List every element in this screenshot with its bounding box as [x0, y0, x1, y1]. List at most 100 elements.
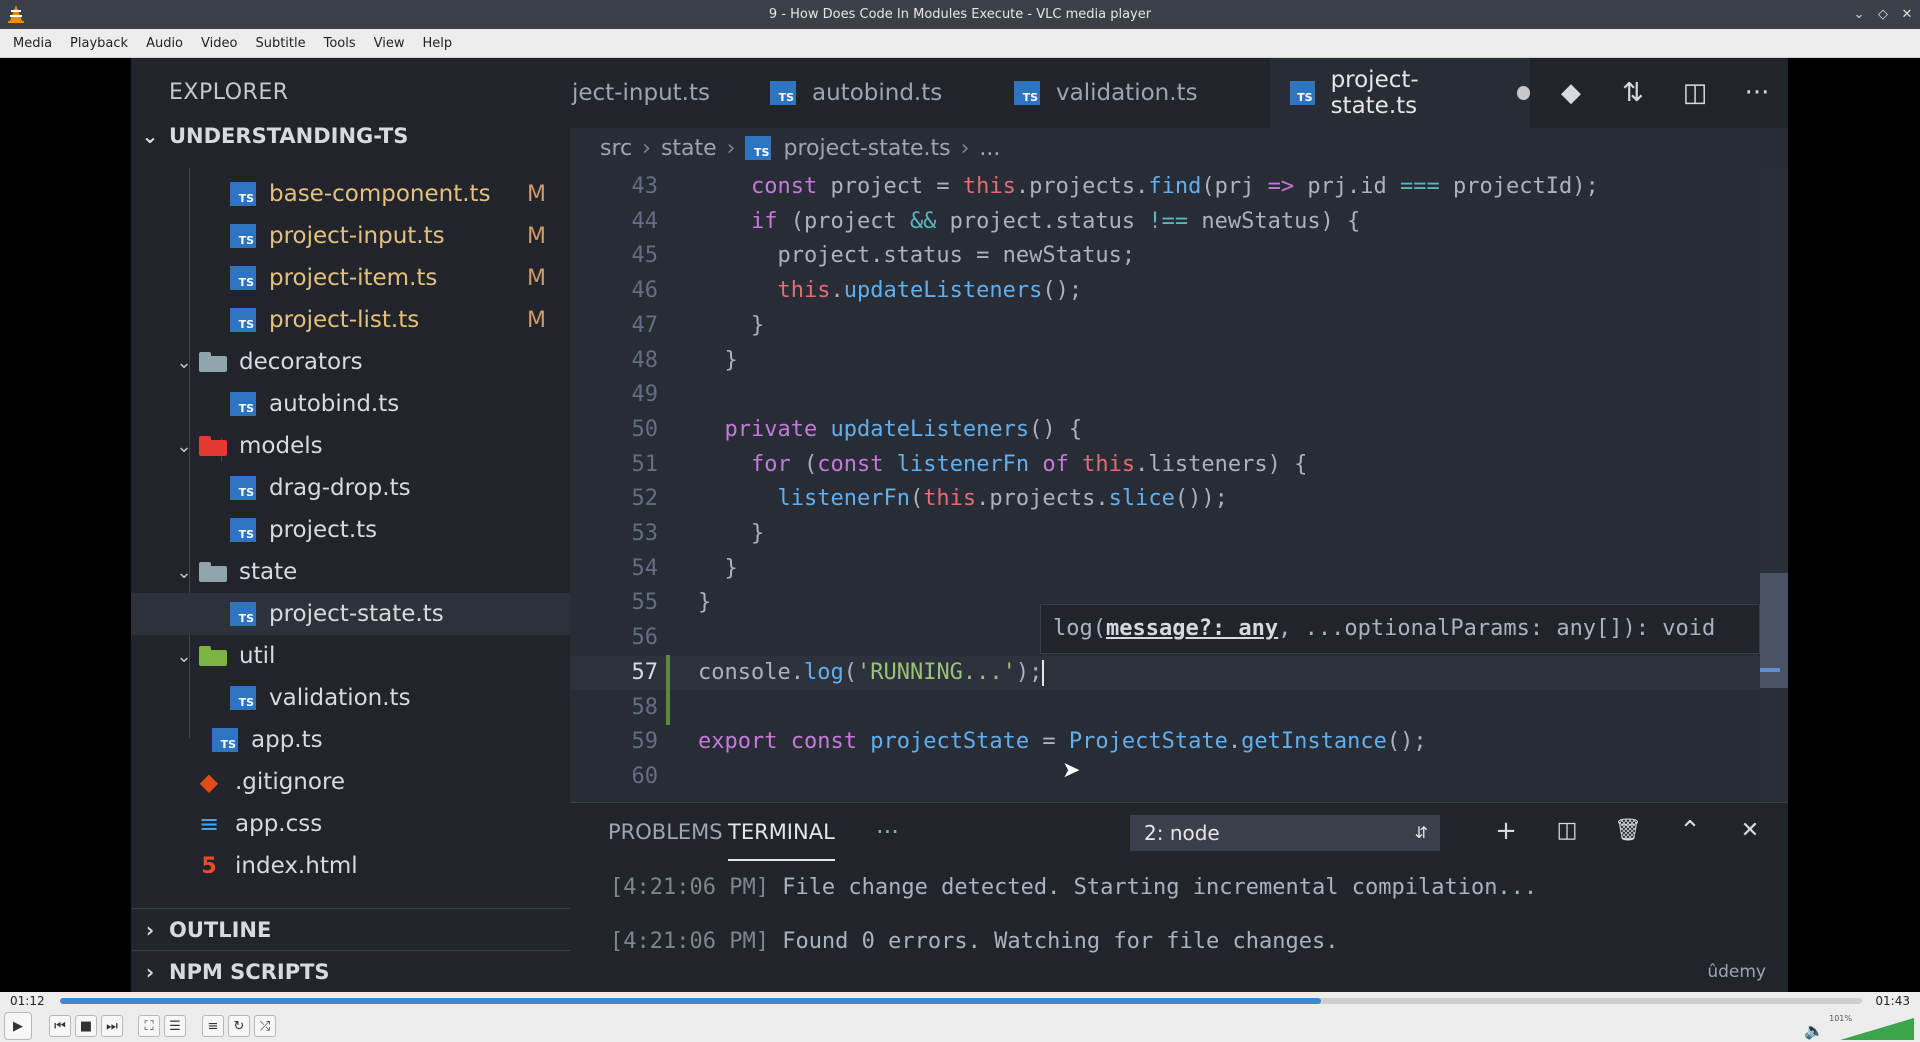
code-line: 47 }	[570, 309, 1788, 344]
tree-item-label: base-component.ts	[269, 181, 491, 207]
tree-item-drag-drop: TS drag-drop.ts	[131, 467, 570, 509]
chevron-up-icon: ⌃	[1679, 816, 1701, 846]
typescript-file-icon: TS	[1290, 81, 1315, 105]
fullscreen-icon: ⛶	[144, 1018, 154, 1034]
playback-controls: ▶ ⏮ ■ ⏭ ⛶ ☰ ≡ ↻ ⤮ 🔈 101%	[0, 1010, 1920, 1042]
npm-scripts-section-title: NPM SCRIPTS	[169, 959, 330, 984]
typescript-file-icon: TS	[229, 476, 257, 500]
tree-folder-state: ⌄ state	[131, 551, 570, 593]
explorer-sidebar: EXPLORER ⌄ UNDERSTANDING-TS TS base-comp…	[131, 58, 570, 992]
seek-slider[interactable]	[60, 998, 1862, 1004]
code-line: 49	[570, 378, 1788, 413]
code-line: 43 const project = this.projects.find(pr…	[570, 170, 1788, 205]
html-file-icon: 5	[201, 853, 217, 879]
tree-item-label: validation.ts	[269, 685, 411, 711]
video-area[interactable]: EXPLORER ⌄ UNDERSTANDING-TS TS base-comp…	[0, 58, 1920, 992]
stop-button[interactable]: ■	[75, 1015, 97, 1037]
menu-help[interactable]: Help	[414, 29, 462, 58]
menu-bar: Media Playback Audio Video Subtitle Tool…	[0, 29, 1920, 58]
tree-item-project-state: TS project-state.ts	[131, 593, 570, 635]
menu-playback[interactable]: Playback	[61, 29, 137, 58]
line-number: 56	[631, 625, 659, 651]
chevron-down-icon: ⌄	[176, 561, 192, 583]
playlist-button[interactable]: ≡	[202, 1015, 224, 1037]
code-text: }	[698, 555, 738, 581]
editor-scrollbar[interactable]	[1760, 168, 1788, 802]
previous-button[interactable]: ⏮	[49, 1015, 71, 1037]
extended-settings-button[interactable]: ☰	[164, 1015, 186, 1037]
terminal-line: [4:21:06 PM] File change detected. Start…	[610, 875, 1537, 900]
breadcrumb-item: src	[600, 135, 633, 161]
line-number: 51	[631, 451, 659, 477]
play-button[interactable]: ▶	[4, 1012, 32, 1040]
udemy-watermark: ûdemy	[1707, 962, 1766, 982]
typescript-file-icon: TS	[770, 81, 796, 105]
window-title: 9 - How Does Code In Modules Execute - V…	[768, 7, 1152, 22]
menu-audio[interactable]: Audio	[137, 29, 192, 58]
volume-icon: 🔈	[1804, 1021, 1824, 1040]
tree-folder-models: ⌄ models	[131, 425, 570, 467]
tree-item-project-list: TS project-list.ts M	[131, 299, 570, 341]
breadcrumb: src › state › TS project-state.ts › ...	[570, 128, 1788, 168]
open-changes-icon: ⇅	[1622, 78, 1644, 108]
tab-validation: TS validation.ts	[1014, 58, 1254, 128]
code-line: 50 private updateListeners() {	[570, 413, 1788, 448]
code-text: private updateListeners() {	[724, 416, 1083, 442]
line-number: 55	[631, 590, 659, 616]
menu-media[interactable]: Media	[4, 29, 61, 58]
chevron-right-icon: ›	[145, 917, 155, 942]
typescript-file-icon: TS	[229, 182, 257, 206]
shuffle-button[interactable]: ⤮	[254, 1015, 276, 1037]
code-text: console.log('RUNNING...');	[698, 659, 1045, 686]
close-icon[interactable]: ✕	[1900, 7, 1914, 22]
scrollbar-marker	[1760, 668, 1780, 672]
tree-item-label: .gitignore	[235, 769, 346, 795]
menu-subtitle[interactable]: Subtitle	[246, 29, 314, 58]
breadcrumb-item: project-state.ts	[783, 135, 951, 161]
tab-autobind: TS autobind.ts	[770, 58, 1000, 128]
menu-tools[interactable]: Tools	[315, 29, 365, 58]
elapsed-time: 01:12	[10, 994, 45, 1008]
tree-item-label: app.css	[235, 811, 323, 837]
more-panels-icon: ···	[876, 818, 899, 846]
minimize-icon[interactable]: ⌄	[1852, 7, 1866, 22]
menu-video[interactable]: Video	[192, 29, 246, 58]
tab-label: ject-input.ts	[572, 80, 710, 106]
mouse-cursor-icon: ➤	[1062, 758, 1081, 783]
extended-settings-icon: ☰	[169, 1018, 181, 1034]
loop-button[interactable]: ↻	[228, 1015, 250, 1037]
code-line: 45 project.status = newStatus;	[570, 239, 1788, 274]
tab-label: autobind.ts	[812, 80, 943, 106]
chevron-right-icon: ›	[642, 135, 651, 161]
next-button[interactable]: ⏭	[101, 1015, 123, 1037]
git-compare-icon: ◆	[1561, 78, 1581, 108]
code-text: export const projectState = ProjectState…	[698, 729, 1427, 755]
folder-icon	[199, 644, 227, 668]
tab-label: project-state.ts	[1330, 67, 1419, 119]
code-text: const project = this.projects.find(prj =…	[750, 174, 1599, 199]
tree-item-label: util	[239, 643, 276, 669]
code-line-current[interactable]: 57 console.log('RUNNING...');	[570, 655, 1788, 691]
fullscreen-button[interactable]: ⛶	[138, 1015, 160, 1037]
tree-item-label: index.html	[235, 853, 358, 879]
seek-row: 01:12 01:43	[0, 992, 1920, 1010]
line-number: 48	[631, 347, 659, 373]
typescript-file-icon: TS	[229, 308, 257, 332]
code-text: }	[698, 521, 765, 546]
line-number: 57	[631, 659, 659, 685]
terminal-timestamp: [4:21:06 PM]	[610, 875, 769, 900]
more-actions-icon: ···	[1744, 78, 1770, 108]
menu-view[interactable]: View	[365, 29, 414, 58]
trash-icon: 🗑	[1614, 818, 1642, 843]
restore-icon[interactable]: ◇	[1876, 7, 1890, 22]
unsaved-dot-icon	[1516, 86, 1530, 100]
code-text: project.status = newStatus;	[698, 243, 1136, 269]
chevron-right-icon: ›	[960, 135, 970, 161]
tree-item-base-component: TS base-component.ts M	[131, 173, 570, 215]
typescript-file-icon: TS	[229, 602, 257, 626]
split-terminal-icon: ◫	[1556, 818, 1578, 843]
code-line: 52 listenerFn(this.projects.slice());	[570, 482, 1788, 517]
chevron-right-icon: ›	[726, 135, 736, 161]
volume-slider[interactable]: 🔈 101%	[1804, 1014, 1914, 1040]
outline-section-title: OUTLINE	[169, 917, 272, 942]
